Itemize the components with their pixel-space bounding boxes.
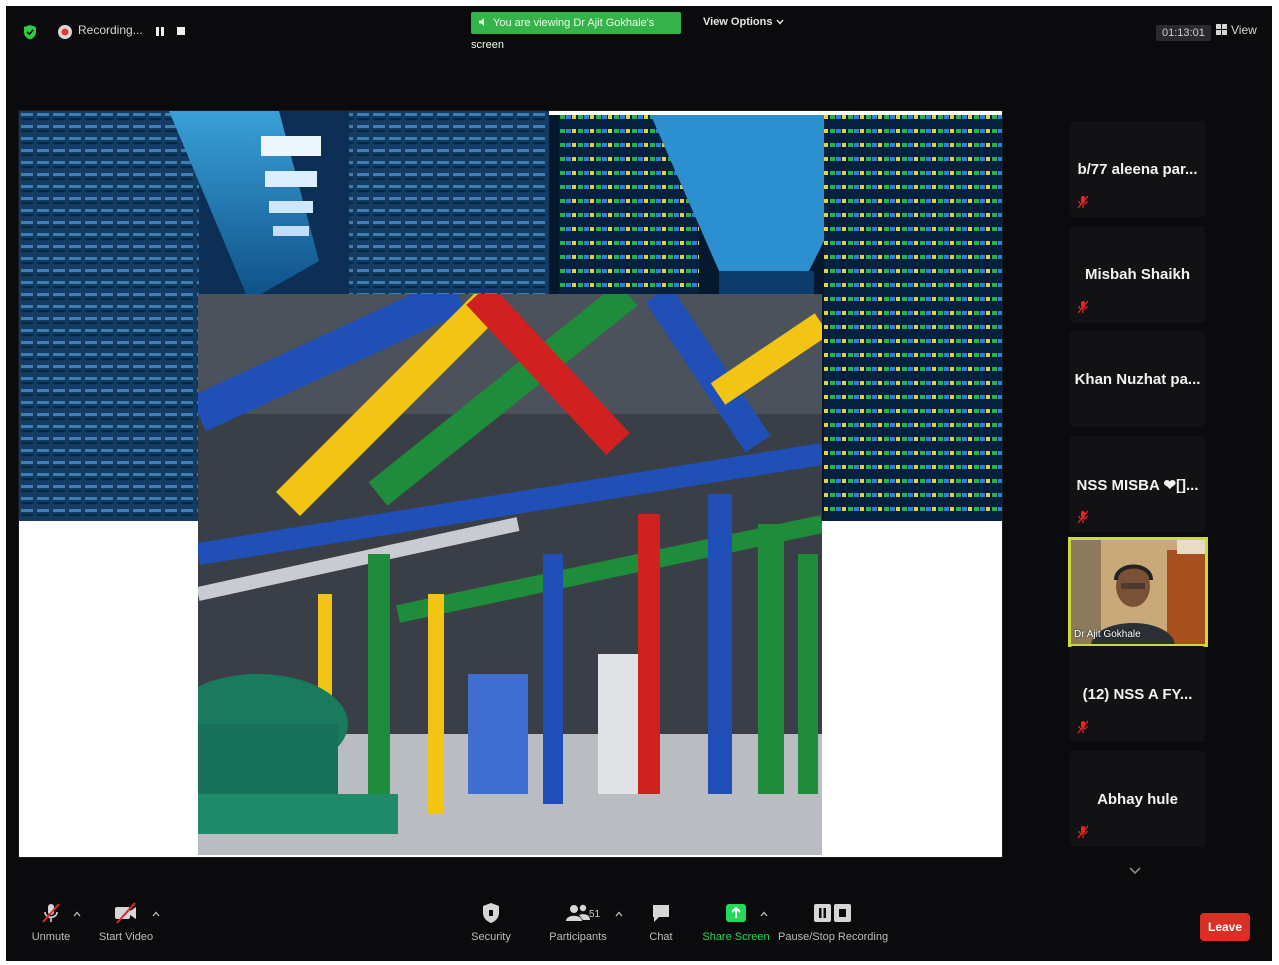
chevron-up-icon[interactable] bbox=[73, 911, 81, 917]
pause-stop-recording-button[interactable]: Pause/Stop Recording bbox=[778, 901, 889, 943]
pause-recording-button[interactable] bbox=[154, 26, 166, 38]
meeting-timer: 01:13:01 bbox=[1156, 25, 1211, 41]
unmute-button[interactable]: Unmute bbox=[26, 901, 76, 943]
viewing-screen-banner: You are viewing Dr Ajit Gokhale's screen bbox=[471, 12, 681, 51]
participant-count: 51 bbox=[589, 909, 601, 920]
record-icon bbox=[58, 25, 72, 39]
video-off-icon bbox=[115, 902, 136, 924]
share-screen-button[interactable]: Share Screen bbox=[701, 901, 771, 943]
chevron-down-icon bbox=[776, 19, 784, 25]
active-speaker-video[interactable]: Dr Ajit Gokhale bbox=[1068, 537, 1208, 647]
view-button[interactable]: View bbox=[1216, 23, 1257, 37]
pause-stop-recording-icon bbox=[814, 904, 851, 922]
viewing-banner-text: You are viewing Dr Ajit Gokhale's screen bbox=[471, 17, 655, 51]
security-label: Security bbox=[471, 931, 511, 943]
shared-screen bbox=[18, 110, 1003, 858]
start-video-label: Start Video bbox=[98, 931, 154, 943]
participant-name: Misbah Shaikh bbox=[1084, 266, 1191, 283]
stop-recording-button[interactable] bbox=[177, 27, 185, 35]
grid-icon bbox=[1216, 24, 1227, 35]
active-speaker-name: Dr Ajit Gokhale bbox=[1074, 629, 1141, 640]
speaker-icon bbox=[479, 18, 484, 26]
participant-tile[interactable]: b/77 aleena par... bbox=[1070, 121, 1205, 217]
start-video-button[interactable]: Start Video bbox=[94, 901, 158, 943]
zoom-meeting-window: Recording... You are viewing Dr Ajit Gok… bbox=[6, 6, 1272, 961]
participant-name: Abhay hule bbox=[1097, 791, 1178, 808]
share-screen-icon bbox=[726, 904, 746, 922]
unmute-label: Unmute bbox=[31, 931, 71, 943]
chat-button[interactable]: Chat bbox=[642, 901, 680, 943]
recording-label: Recording... bbox=[78, 23, 143, 37]
participants-icon bbox=[566, 904, 590, 921]
mic-muted-icon bbox=[42, 903, 60, 923]
cooling-pipes-photo bbox=[198, 294, 822, 855]
participant-tile[interactable]: Abhay hule bbox=[1070, 751, 1205, 847]
participant-tile[interactable]: NSS MISBA ❤[]... bbox=[1070, 436, 1205, 532]
mic-muted-icon bbox=[1077, 720, 1089, 734]
participant-name: NSS MISBA ❤[]... bbox=[1076, 477, 1199, 494]
chat-icon bbox=[653, 905, 669, 922]
security-button[interactable]: Security bbox=[468, 901, 514, 943]
chevron-up-icon[interactable] bbox=[615, 911, 623, 917]
participant-tile[interactable]: Misbah Shaikh bbox=[1070, 226, 1205, 322]
security-icon bbox=[483, 903, 499, 923]
chat-label: Chat bbox=[649, 931, 673, 943]
participant-tile[interactable]: (12) NSS A FY... bbox=[1070, 646, 1205, 742]
participants-label: Participants bbox=[549, 931, 607, 943]
mic-muted-icon bbox=[1077, 300, 1089, 314]
participant-tile[interactable]: Khan Nuzhat pa... bbox=[1070, 331, 1205, 427]
shield-icon[interactable] bbox=[23, 24, 37, 40]
leave-button[interactable]: Leave bbox=[1200, 913, 1250, 941]
screenshot-frame: Recording... You are viewing Dr Ajit Gok… bbox=[0, 0, 1279, 965]
mic-muted-icon bbox=[1077, 195, 1089, 209]
pause-stop-recording-label: Pause/Stop Recording bbox=[778, 931, 889, 943]
participant-name: Khan Nuzhat pa... bbox=[1074, 371, 1201, 388]
chevron-down-icon[interactable] bbox=[1128, 866, 1142, 876]
view-options-label: View Options bbox=[703, 16, 773, 28]
participant-name: b/77 aleena par... bbox=[1077, 161, 1198, 178]
mic-muted-icon bbox=[1077, 825, 1089, 839]
view-label: View bbox=[1231, 23, 1257, 37]
view-options-dropdown[interactable]: View Options bbox=[703, 16, 784, 28]
share-screen-label: Share Screen bbox=[702, 931, 770, 943]
mic-muted-icon bbox=[1077, 510, 1089, 524]
chevron-up-icon[interactable] bbox=[760, 911, 768, 917]
chevron-up-icon[interactable] bbox=[152, 911, 160, 917]
participant-name: (12) NSS A FY... bbox=[1082, 686, 1193, 703]
participants-button[interactable]: Participants bbox=[544, 901, 612, 943]
